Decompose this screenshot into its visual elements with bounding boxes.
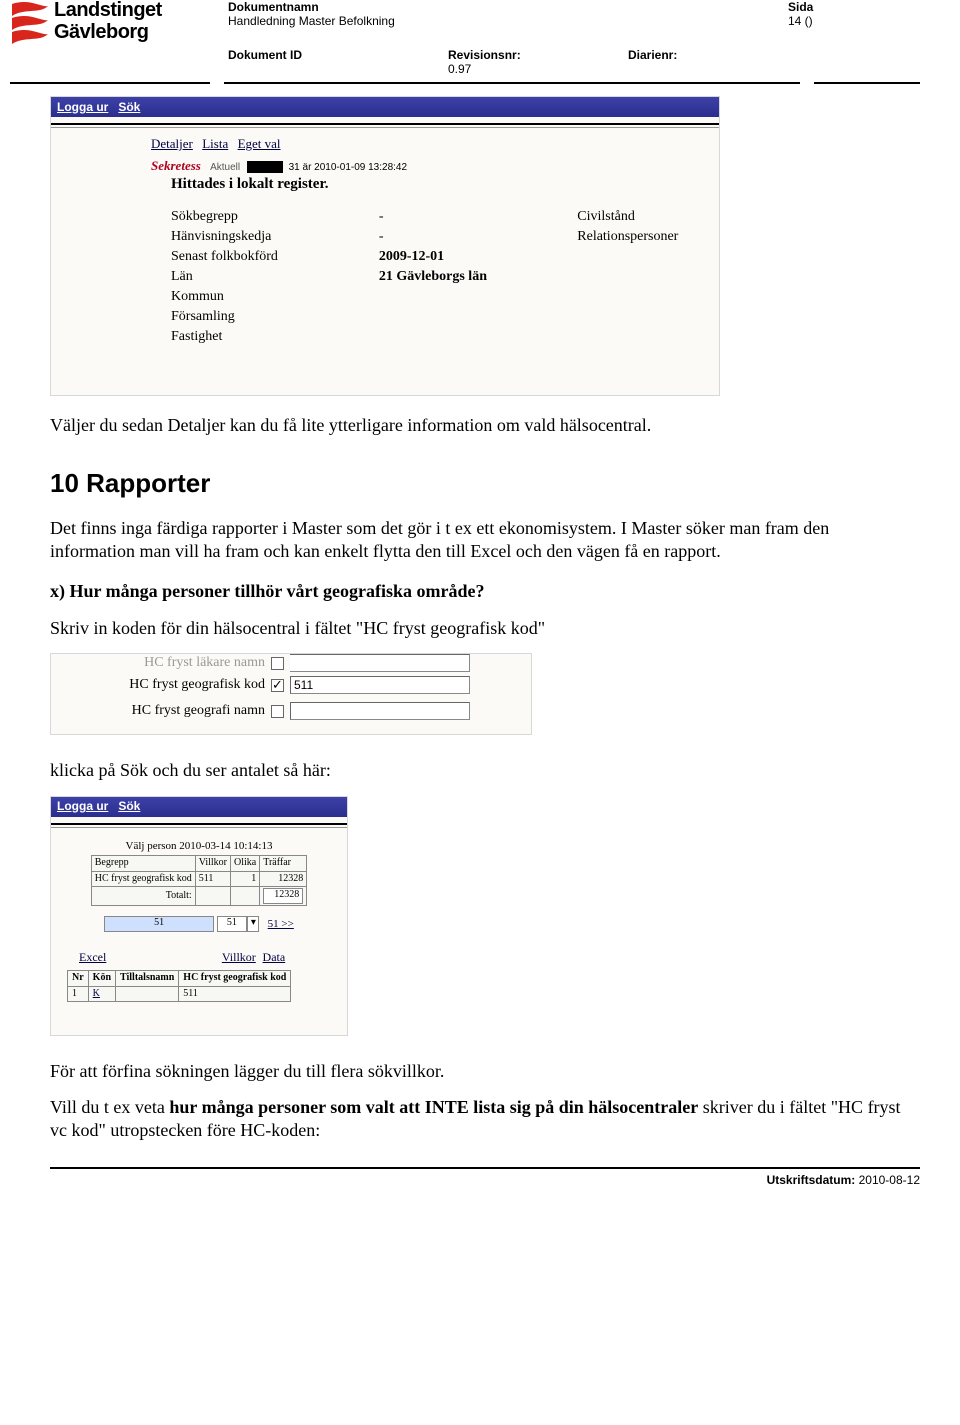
nav-loggaur-link-2[interactable]: Logga ur (57, 799, 108, 814)
value-senast: 2009-12-01 (379, 249, 577, 269)
para-5b-pre: Vill du t ex veta (50, 1097, 169, 1117)
results-grid: Begrepp Villkor Olika Träffar HC fryst g… (91, 855, 307, 906)
label-kommun: Kommun (171, 289, 379, 309)
input-hc-lakare[interactable] (290, 654, 470, 672)
t2-r-kon[interactable]: K (93, 988, 100, 999)
label-fastighet: Fastighet (171, 329, 379, 349)
t2-r-kod: 511 (179, 986, 291, 1002)
dokumentnamn-label: Dokumentnamn (228, 0, 319, 14)
screenshot-results: Logga ur Sök Välj person 2010-03-14 10:1… (50, 796, 348, 1036)
aktuell-timestamp: 31 är 2010-01-09 13:28:42 (289, 162, 407, 173)
dokument-id-label: Dokument ID (228, 48, 302, 62)
value-hanvisning: - (379, 229, 577, 249)
field-label-hc-geonamn: HC fryst geografi namn (71, 702, 271, 720)
t2-h-nr: Nr (68, 971, 89, 987)
logo-icon (10, 0, 50, 50)
field-label-hc-geokod: HC fryst geografisk kod (71, 676, 271, 694)
link-villkor[interactable]: Villkor (222, 950, 256, 964)
grid-totalt-label: Totalt: (91, 887, 195, 906)
grid-r1-olika: 1 (231, 871, 260, 887)
para-5b-bold: hur många personer som valt att INTE lis… (169, 1097, 698, 1117)
question-x: x) Hur många personer tillhör vårt geogr… (50, 580, 910, 603)
grid-totalt-value: 12328 (263, 888, 303, 904)
logo-text-2: Gävleborg (54, 22, 162, 42)
tab-detaljer[interactable]: Detaljer (151, 136, 193, 151)
screenshot-fields: HC fryst läkare namn HC fryst geografisk… (50, 653, 532, 735)
app-navbar-2: Logga ur Sök (51, 797, 347, 817)
nav-sok-link[interactable]: Sök (118, 100, 140, 114)
para-1: Väljer du sedan Detaljer kan du få lite … (50, 414, 910, 437)
t2-r-nr: 1 (68, 986, 89, 1002)
tabs: Detaljer Lista Eget val (51, 128, 719, 152)
t2-r-tilltal (116, 986, 179, 1002)
para-3: Skriv in koden för din hälsocentral i fä… (50, 617, 910, 640)
screenshot-details: Logga ur Sök Detaljer Lista Eget val Sek… (50, 96, 720, 396)
pager-dropdown-icon[interactable]: ▾ (247, 916, 259, 932)
footer-label: Utskriftsdatum: (767, 1173, 856, 1187)
aktuell-label: Aktuell (210, 162, 240, 173)
diarienr-label: Diarienr: (628, 48, 677, 62)
para-5a: För att förfina sökningen lägger du till… (50, 1060, 910, 1083)
header-meta: Dokumentnamn Handledning Master Befolkni… (224, 0, 920, 76)
checkbox-hc-geonamn[interactable] (271, 705, 284, 718)
label-forsamling: Församling (171, 309, 379, 329)
sekretess-label: Sekretess (151, 158, 201, 173)
heading-10-rapporter: 10 Rapporter (50, 467, 910, 500)
label-lan: Län (171, 269, 379, 289)
value-lan: 21 Gävleborgs län (379, 269, 577, 289)
label-hanvisning: Hänvisningskedja (171, 229, 379, 249)
label-relation: Relationspersoner (577, 229, 719, 249)
grid-h-traffar: Träffar (260, 856, 307, 872)
checkbox-hc-geokod[interactable] (271, 679, 284, 692)
grid-r1-traffar: 12328 (260, 871, 307, 887)
para-5b: Vill du t ex veta hur många personer som… (50, 1096, 910, 1141)
grid-h-villkor: Villkor (195, 856, 230, 872)
para-4: klicka på Sök och du ser antalet så här: (50, 759, 910, 782)
grid-h-olika: Olika (231, 856, 260, 872)
label-sokbegrepp: Sökbegrepp (171, 209, 379, 229)
logo-block: Landstinget Gävleborg (10, 0, 224, 50)
nav-sok-link-2[interactable]: Sök (118, 799, 140, 814)
app-navbar: Logga ur Sök (51, 97, 719, 117)
value-sokbegrepp: - (379, 209, 577, 229)
results-title: Välj person 2010-03-14 10:14:13 (59, 840, 339, 854)
dokumentnamn-value: Handledning Master Befolkning (228, 14, 395, 28)
grid-h-begrepp: Begrepp (91, 856, 195, 872)
nav-loggaur-link[interactable]: Logga ur (57, 100, 108, 114)
field-label-hc-lakare: HC fryst läkare namn (71, 654, 271, 672)
revisionsnr-value: 0.97 (448, 62, 471, 76)
sida-label: Sida (788, 0, 813, 14)
results-table2: Nr Kön Tilltalsnamn HC fryst geografisk … (67, 970, 291, 1002)
footer-value: 2010-08-12 (859, 1173, 920, 1187)
pager-input-a[interactable]: 51 (104, 916, 214, 932)
revisionsnr-label: Revisionsnr: (448, 48, 521, 62)
link-excel[interactable]: Excel (79, 950, 106, 964)
tab-eget-val[interactable]: Eget val (238, 136, 281, 151)
grid-r1-villkor: 511 (195, 871, 230, 887)
header-rule (10, 82, 920, 84)
footer-text: Utskriftsdatum: 2010-08-12 (50, 1173, 920, 1187)
label-civilstand: Civilstånd (577, 209, 719, 229)
link-data[interactable]: Data (263, 950, 286, 964)
sida-value: 14 () (788, 14, 813, 28)
checkbox-hc-lakare[interactable] (271, 657, 284, 670)
hittades-text: Hittades i lokalt register. (51, 174, 719, 193)
document-header: Landstinget Gävleborg Dokumentnamn Handl… (0, 0, 960, 80)
t2-h-kod: HC fryst geografisk kod (179, 971, 291, 987)
logo-text-1: Landstinget (54, 0, 162, 20)
t2-h-tilltal: Tilltalsnamn (116, 971, 179, 987)
label-senast: Senast folkbokförd (171, 249, 379, 269)
para-2: Det finns inga färdiga rapporter i Maste… (50, 517, 910, 562)
pager-next-link[interactable]: 51 >> (268, 918, 294, 930)
redacted-block (247, 161, 283, 173)
footer-rule (50, 1167, 920, 1169)
pager-input-b[interactable]: 51 (217, 916, 247, 932)
grid-r1-begrepp: HC fryst geografisk kod (91, 871, 195, 887)
tab-lista[interactable]: Lista (202, 136, 228, 151)
input-hc-geonamn[interactable] (290, 702, 470, 720)
input-hc-geokod[interactable] (290, 676, 470, 694)
t2-h-kon: Kön (88, 971, 115, 987)
